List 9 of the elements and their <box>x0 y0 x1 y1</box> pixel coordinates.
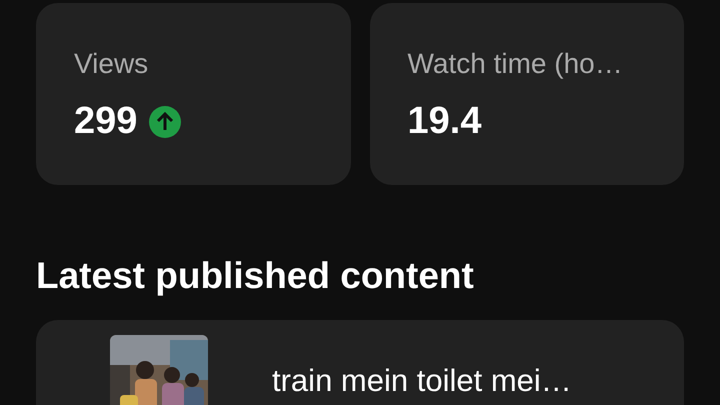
metric-value: 19.4 <box>408 100 482 143</box>
metric-card[interactable]: Views 299 <box>36 3 350 185</box>
section-heading: Latest published content <box>36 255 475 297</box>
metric-card[interactable]: Watch time (ho… 19.4 <box>370 3 684 185</box>
video-card[interactable]: train mein toilet mei… <box>36 320 684 405</box>
metric-label: Views <box>74 48 150 80</box>
video-title: train mein toilet mei… <box>272 363 572 400</box>
metric-value: 299 <box>74 100 138 143</box>
metric-label: Watch time (ho… <box>408 48 624 80</box>
